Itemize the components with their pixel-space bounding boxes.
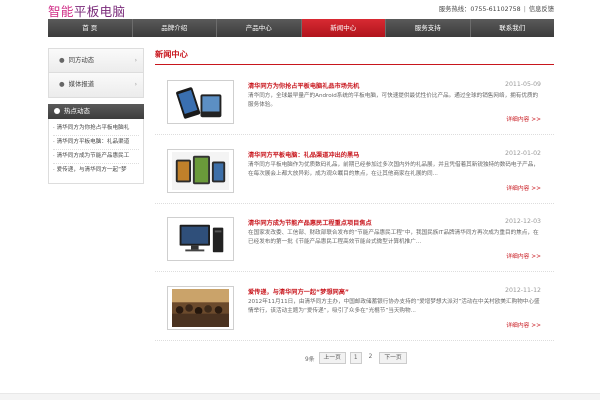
page-title: 新闻中心 [155, 48, 554, 65]
sidebar-item-label: 同方动态 [68, 56, 95, 64]
desktop-computer-image[interactable] [167, 217, 234, 261]
tablet-devices-image[interactable] [167, 149, 234, 193]
feedback-link[interactable]: 信息反馈 [529, 6, 554, 13]
logo-text-accent: 智能 [48, 4, 74, 19]
read-more-link[interactable]: 详细内容 >> [506, 114, 541, 123]
nav-item-contact[interactable]: 联系我们 [471, 19, 555, 37]
sidebar-item-media-reports[interactable]: ● 媒体报道 › [49, 73, 143, 97]
hot-news-header: 热点动态 [48, 104, 144, 119]
divider [155, 134, 554, 135]
news-summary: 在国家发改委、工信部、财政部联合发布的“节能产品惠民工程”中，我国民族IT品牌清… [248, 230, 539, 245]
hot-news-item[interactable]: · 清华同方成为节能产品惠民工 [53, 150, 139, 164]
sidebar-menu: ● 同方动态 › ● 媒体报道 › [48, 48, 144, 98]
news-title-link[interactable]: 清华同方平板电脑：礼品渠道冲出的黑马 [248, 150, 359, 159]
tablet-devices-graphic [172, 152, 229, 190]
logo-text-main: 平板电脑 [73, 4, 126, 19]
news-item: 清华同方平板电脑：礼品渠道冲出的黑马 2012-01-02 清华同方平板电脑作为… [155, 142, 554, 204]
phone-device-image[interactable] [167, 80, 234, 124]
read-more-link[interactable]: 详细内容 >> [506, 251, 541, 260]
hot-news-title: 热点动态 [64, 107, 90, 115]
main-content: 新闻中心 [155, 48, 554, 65]
page-number[interactable]: 1 [349, 352, 362, 364]
nav-item-news[interactable]: 新闻中心 [301, 19, 386, 37]
sidebar-item-company-news[interactable]: ● 同方动态 › [49, 49, 143, 73]
chevron-right-icon: › [134, 57, 137, 64]
chevron-right-icon: › [134, 81, 137, 88]
header-info: 服务热线：0755-61102758 | 信息反馈 [438, 6, 554, 13]
news-date: 2012-01-02 [505, 150, 541, 157]
divider [155, 271, 554, 272]
read-more-link[interactable]: 详细内容 >> [506, 320, 541, 329]
page-number-current: 2 [365, 352, 376, 364]
news-date: 2012-12-03 [505, 218, 541, 225]
nav-item-support[interactable]: 服务支持 [386, 19, 471, 37]
divider [155, 203, 554, 204]
read-more-link[interactable]: 详细内容 >> [506, 183, 541, 192]
divider [155, 340, 554, 341]
news-title-link[interactable]: 爱传递，与清华同方一起“梦想同高” [248, 287, 349, 296]
news-summary: 清华同方平板电脑作为优质数码礼品，前期已经参加过多次国内外的礼品展，并且凭借着其… [248, 162, 539, 177]
sidebar-item-label: 媒体报道 [68, 80, 95, 88]
hot-news-list: · 清华同方为你抢占平板电脑礼 · 清华同方平板电脑：礼品渠道 · 清华同方成为… [48, 119, 144, 184]
bullet-icon: ● [59, 56, 65, 64]
nav-item-brand[interactable]: 品牌介绍 [133, 19, 217, 37]
news-title-link[interactable]: 清华同方成为节能产品惠民工程重点项目焦点 [248, 218, 372, 227]
hotline-text: 服务热线：0755-61102758 [438, 6, 521, 13]
circle-icon [54, 108, 60, 114]
hot-news-item[interactable]: · 清华同方为你抢占平板电脑礼 [53, 122, 139, 136]
record-count: 9条 [305, 356, 315, 363]
site-logo[interactable]: 智能平板电脑 [48, 1, 125, 20]
next-page-button[interactable]: 下一页 [379, 352, 407, 364]
event-crowd-image[interactable] [167, 286, 234, 330]
main-nav: 首 页 品牌介绍 产品中心 新闻中心 服务支持 联系我们 [48, 19, 554, 37]
bullet-icon: ● [59, 80, 65, 88]
prev-page-button[interactable]: 上一页 [318, 352, 346, 364]
news-summary: 2012年11月11日，由清华同方主办，中国邮政储蓄银行协办支持的“爱增梦想大派… [248, 299, 540, 314]
phone-device-graphic [172, 83, 229, 121]
nav-item-home[interactable]: 首 页 [48, 19, 133, 37]
event-crowd-graphic [172, 289, 229, 327]
nav-item-products[interactable]: 产品中心 [217, 19, 302, 37]
hot-news-item[interactable]: · 清华同方平板电脑：礼品渠道 [53, 136, 139, 150]
news-date: 2012-11-12 [505, 287, 541, 294]
desktop-computer-graphic [172, 220, 229, 258]
news-item: 清华同方为你抢占平板电脑礼品市场先机 2011-05-09 清华同方，全球最早量… [155, 73, 554, 135]
news-title-link[interactable]: 清华同方为你抢占平板电脑礼品市场先机 [248, 81, 359, 90]
pagination: 9条 上一页 1 2 下一页 [305, 352, 407, 364]
news-date: 2011-05-09 [505, 81, 541, 88]
sidebar: ● 同方动态 › ● 媒体报道 › 热点动态 · 清华同方为你抢占平板电脑礼 · 清… [48, 48, 144, 184]
news-summary: 清华同方，全球最早量产的Android系统的平板电脑，可快速提供最优性价比产品。… [248, 93, 539, 108]
header: 智能平板电脑 服务热线：0755-61102758 | 信息反馈 [48, 0, 554, 20]
news-item: 清华同方成为节能产品惠民工程重点项目焦点 2012-12-03 在国家发改委、工… [155, 210, 554, 272]
footer-strip [0, 393, 600, 400]
hot-news-item[interactable]: · 爱传递，与清华同方一起“梦 [53, 164, 139, 177]
news-item: 爱传递，与清华同方一起“梦想同高” 2012-11-12 2012年11月11日… [155, 279, 554, 341]
